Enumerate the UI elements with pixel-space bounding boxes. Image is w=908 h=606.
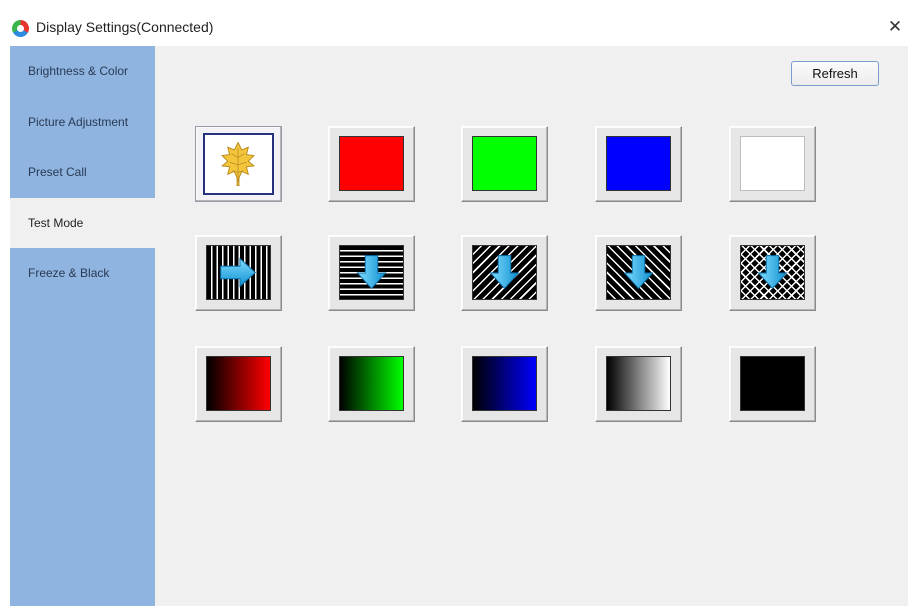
sidebar-item-brightness-color[interactable]: Brightness & Color: [10, 46, 155, 97]
title-bar: Display Settings(Connected) ✕: [0, 10, 908, 46]
pattern-tile-solid-black[interactable]: [729, 346, 816, 422]
pattern-tile-red-gradient[interactable]: [195, 346, 282, 422]
pattern-swatch: [472, 136, 537, 191]
pattern-swatch: [472, 245, 537, 300]
pattern-tile-green-gradient[interactable]: [328, 346, 415, 422]
pattern-swatch: [206, 245, 271, 300]
pattern-swatch: [203, 133, 274, 195]
test-mode-panel: Refresh: [155, 46, 908, 606]
pattern-tile-leaf-logo[interactable]: [195, 126, 282, 202]
refresh-button[interactable]: Refresh: [791, 61, 879, 86]
leaf-icon: [221, 141, 256, 186]
arrow-down-icon: [757, 255, 788, 290]
pattern-tile-vertical-lines[interactable]: [195, 235, 282, 311]
pattern-swatch: [339, 245, 404, 300]
arrow-down-icon: [623, 255, 654, 290]
arrow-down-icon: [356, 255, 387, 290]
pattern-swatch: [740, 245, 805, 300]
pattern-tile-diagonal-lines-left[interactable]: [461, 235, 548, 311]
pattern-swatch: [339, 136, 404, 191]
arrow-right-icon: [220, 257, 257, 288]
pattern-tile-solid-blue[interactable]: [595, 126, 682, 202]
pattern-tile-blue-gradient[interactable]: [461, 346, 548, 422]
arrow-down-icon: [489, 255, 520, 290]
pattern-tile-gray-gradient[interactable]: [595, 346, 682, 422]
sidebar-item-freeze-black[interactable]: Freeze & Black: [10, 248, 155, 299]
pattern-swatch: [472, 356, 537, 411]
pattern-tile-solid-red[interactable]: [328, 126, 415, 202]
sidebar-item-test-mode[interactable]: Test Mode: [10, 197, 155, 248]
pattern-swatch: [740, 136, 805, 191]
pattern-tile-crosshatch[interactable]: [729, 235, 816, 311]
pattern-tile-diagonal-lines-right[interactable]: [595, 235, 682, 311]
pattern-swatch: [606, 136, 671, 191]
pattern-tile-solid-white[interactable]: [729, 126, 816, 202]
pattern-tile-solid-green[interactable]: [461, 126, 548, 202]
sidebar-item-preset-call[interactable]: Preset Call: [10, 147, 155, 198]
pattern-swatch: [740, 356, 805, 411]
pattern-swatch: [206, 356, 271, 411]
app-icon: [12, 20, 29, 37]
window-title: Display Settings(Connected): [36, 19, 214, 35]
pattern-swatch: [606, 245, 671, 300]
sidebar-item-picture-adjustment[interactable]: Picture Adjustment: [10, 97, 155, 148]
close-button[interactable]: ✕: [884, 15, 906, 39]
pattern-tile-horizontal-lines[interactable]: [328, 235, 415, 311]
pattern-swatch: [606, 356, 671, 411]
pattern-swatch: [339, 356, 404, 411]
sidebar: Brightness & Color Picture Adjustment Pr…: [10, 46, 155, 606]
